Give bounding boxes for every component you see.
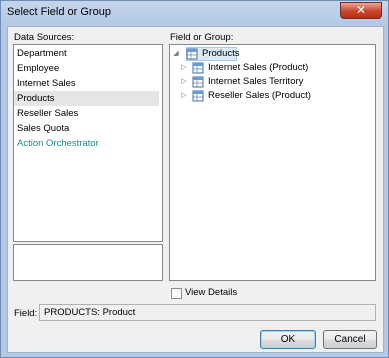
tree-node[interactable]: ▷ Internet Sales (Product) bbox=[180, 61, 375, 75]
tree-node-label: Internet Sales (Product) bbox=[208, 62, 309, 73]
tree-node-label: Reseller Sales (Product) bbox=[208, 90, 311, 101]
expand-icon[interactable]: ▷ bbox=[180, 61, 188, 75]
table-icon bbox=[192, 76, 204, 88]
close-button[interactable]: ✕ bbox=[340, 2, 382, 19]
title-bar: Select Field or Group ✕ bbox=[1, 1, 388, 25]
tree-node-label: Internet Sales Territory bbox=[208, 76, 304, 87]
data-sources-label: Data Sources: bbox=[14, 32, 75, 43]
list-item-link[interactable]: Action Orchestrator bbox=[14, 136, 159, 151]
tree-node[interactable]: ▷ Reseller Sales (Product) bbox=[180, 89, 375, 103]
ok-button[interactable]: OK bbox=[260, 330, 316, 349]
list-item[interactable]: Department bbox=[14, 46, 159, 61]
expand-icon[interactable]: ▷ bbox=[180, 89, 188, 103]
dialog-window: Select Field or Group ✕ Data Sources: De… bbox=[0, 0, 389, 358]
table-icon bbox=[192, 90, 204, 102]
table-icon bbox=[192, 62, 204, 74]
data-source-details-pane bbox=[13, 244, 163, 281]
field-value: PRODUCTS: Product bbox=[44, 307, 136, 318]
dialog-body: Data Sources: Department Employee Intern… bbox=[7, 26, 384, 353]
tree-node[interactable]: ▷ Internet Sales Territory bbox=[180, 75, 375, 89]
table-icon bbox=[186, 48, 198, 60]
cancel-button[interactable]: Cancel bbox=[323, 330, 377, 349]
field-label: Field: bbox=[14, 308, 38, 319]
close-icon: ✕ bbox=[355, 3, 367, 17]
expand-icon[interactable]: ▷ bbox=[180, 75, 188, 89]
tree-node-root[interactable]: ◢ Products bbox=[172, 47, 372, 61]
list-item[interactable]: Sales Quota bbox=[14, 121, 159, 136]
list-item[interactable]: Internet Sales bbox=[14, 76, 159, 91]
dialog-title: Select Field or Group bbox=[7, 6, 111, 18]
data-sources-list[interactable]: Department Employee Internet Sales Produ… bbox=[13, 44, 163, 242]
field-tree[interactable]: ◢ Products ▷ Internet Sales (Product) ▷ … bbox=[169, 44, 376, 281]
field-or-group-label: Field or Group: bbox=[170, 32, 234, 43]
list-item[interactable]: Employee bbox=[14, 61, 159, 76]
collapse-icon[interactable]: ◢ bbox=[172, 47, 180, 61]
list-item-selected[interactable]: Products bbox=[14, 91, 159, 106]
tree-node-label: Products bbox=[202, 48, 240, 59]
view-details-checkbox[interactable] bbox=[171, 288, 182, 299]
list-item[interactable]: Reseller Sales bbox=[14, 106, 159, 121]
view-details-label[interactable]: View Details bbox=[185, 287, 237, 298]
field-value-box: PRODUCTS: Product bbox=[39, 304, 376, 321]
